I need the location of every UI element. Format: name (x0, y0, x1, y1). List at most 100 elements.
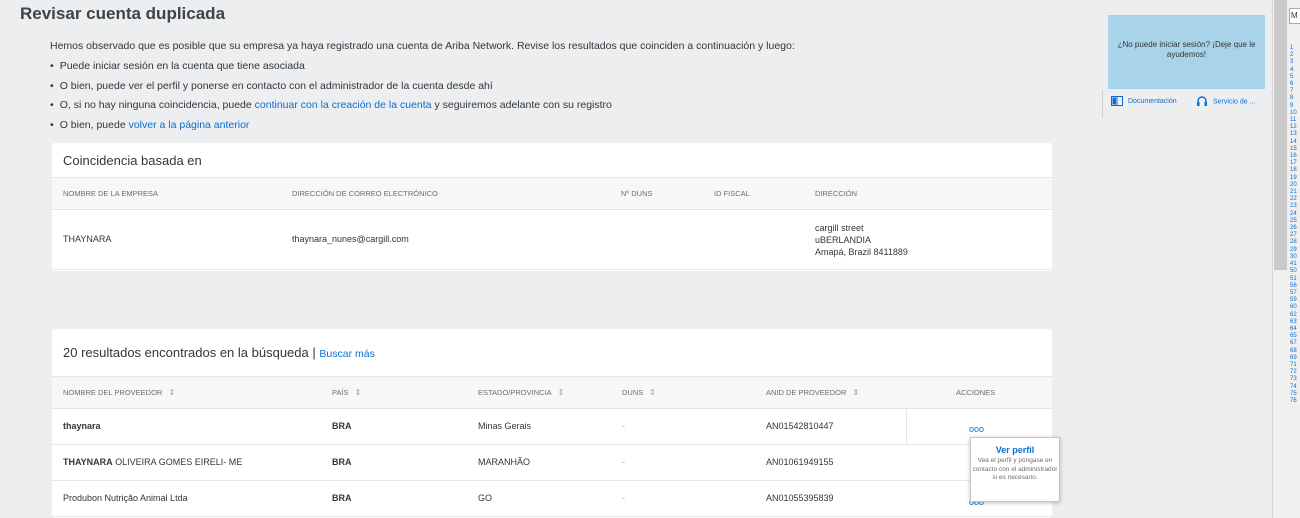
option-login: Puede iniciar sesión en la cuenta que ti… (50, 57, 795, 77)
search-more-link[interactable]: Buscar más (319, 348, 374, 360)
col-country[interactable]: PAÍS ⇕ (332, 377, 361, 409)
right-panel-number-list: 1 2 3 4 5 6 7 8 9 10 11 12 13 14 15 16 17 18 19 20 21 22 23 24 2… (1290, 45, 1297, 405)
right-panel-number[interactable]: 4 (1290, 67, 1297, 74)
right-panel-number[interactable]: 76 (1290, 398, 1297, 405)
right-panel-number[interactable]: 11 (1290, 117, 1297, 124)
intro-lead: Hemos observado que es posible que su em… (50, 40, 795, 52)
sort-icon: ⇕ (852, 388, 860, 397)
right-panel-number[interactable]: 56 (1290, 283, 1297, 290)
results-card: 20 resultados encontrados en la búsqueda… (52, 329, 1052, 518)
col-duns: Nº DUNS (621, 189, 653, 198)
supplier-anid: AN01055395839 (766, 493, 834, 503)
right-panel-number[interactable]: 57 (1290, 290, 1297, 297)
right-panel-number[interactable]: 71 (1290, 362, 1297, 369)
service-link[interactable]: Servicio de ... (1196, 96, 1255, 107)
right-panel-number[interactable]: 27 (1290, 232, 1297, 239)
right-panel-number[interactable]: 12 (1290, 124, 1297, 131)
supplier-anid: AN01061949155 (766, 457, 834, 467)
supplier-country: BRA (332, 421, 352, 431)
documentation-link[interactable]: Documentación (1111, 96, 1177, 106)
right-panel-number[interactable]: 19 (1290, 175, 1297, 182)
right-panel-number[interactable]: 17 (1290, 160, 1297, 167)
right-panel-number[interactable]: 41 (1290, 261, 1297, 268)
sort-icon: ⇕ (649, 388, 656, 397)
right-panel-number[interactable]: 30 (1290, 254, 1297, 261)
side-divider (1102, 90, 1103, 118)
right-panel-number[interactable]: 5 (1290, 74, 1297, 81)
page-title: Revisar cuenta duplicada (20, 4, 226, 23)
supplier-name: thaynara (63, 421, 101, 431)
right-panel-number[interactable]: 18 (1290, 167, 1297, 174)
col-address: DIRECCIÓN (815, 189, 858, 198)
right-panel-number[interactable]: 60 (1290, 304, 1297, 311)
intro-section: Hemos observado que es posible que su em… (50, 37, 795, 136)
table-row[interactable]: THAYNARA OLIVEIRA GOMES EIRELI- ME BRA M… (52, 445, 1052, 481)
supplier-state: MARANHÃO (478, 457, 531, 467)
title-separator: | (312, 345, 316, 360)
continue-account-creation-link[interactable]: continuar con la creación de la cuenta (255, 99, 432, 111)
supplier-duns: - (622, 421, 625, 431)
right-panel-number[interactable]: 2 (1290, 52, 1297, 59)
right-panel-number[interactable]: 8 (1290, 95, 1297, 102)
col-supplier-name[interactable]: NOMBRE DEL PROVEEDOR ⇕ (63, 377, 175, 409)
right-panel-select[interactable]: M (1289, 8, 1300, 24)
right-panel-number[interactable]: 65 (1290, 333, 1297, 340)
right-panel-number[interactable]: 72 (1290, 369, 1297, 376)
right-panel-number[interactable]: 64 (1290, 326, 1297, 333)
right-panel-number[interactable]: 20 (1290, 182, 1297, 189)
col-company-name: NOMBRE DE LA EMPRESA (63, 189, 159, 198)
right-panel-number[interactable]: 13 (1290, 131, 1297, 138)
supplier-state: GO (478, 493, 493, 503)
supplier-country: BRA (332, 493, 352, 503)
right-panel-number[interactable]: 16 (1290, 153, 1297, 160)
col-anid[interactable]: ANID DE PROVEEDOR ⇕ (766, 377, 859, 409)
right-panel-number[interactable]: 3 (1290, 59, 1297, 66)
right-panel-number[interactable]: 69 (1290, 355, 1297, 362)
right-panel-number[interactable]: 26 (1290, 225, 1297, 232)
right-panel-number[interactable]: 67 (1290, 340, 1297, 347)
right-panel-number[interactable]: 14 (1290, 139, 1297, 146)
right-panel-number[interactable]: 15 (1290, 146, 1297, 153)
view-profile-popover[interactable]: Ver perfil Vea el perfil y póngase en co… (970, 437, 1060, 502)
right-panel-number[interactable]: 6 (1290, 81, 1297, 88)
match-card: Coincidencia basada en NOMBRE DE LA EMPR… (52, 143, 1052, 271)
right-edge-panel: M 1 2 3 4 5 6 7 8 9 10 11 12 13 14 15 16 17 18 19 20 21 22 23 2… (1272, 0, 1300, 518)
right-panel-number[interactable]: 29 (1290, 247, 1297, 254)
right-panel-number[interactable]: 25 (1290, 218, 1297, 225)
right-panel-number[interactable]: 73 (1290, 376, 1297, 383)
row-actions-menu-icon[interactable]: ooo (969, 424, 984, 434)
scrollbar-thumb[interactable] (1274, 0, 1287, 270)
col-email: DIRECCIÓN DE CORREO ELECTRÓNICO (292, 189, 438, 198)
right-panel-number[interactable]: 50 (1290, 268, 1297, 275)
right-panel-number[interactable]: 74 (1290, 384, 1297, 391)
login-help-box[interactable]: ¿No puede iniciar sesión? ¡Deje que le a… (1108, 15, 1265, 89)
col-duns[interactable]: DUNS ⇕ (622, 377, 656, 409)
right-panel-number[interactable]: 21 (1290, 189, 1297, 196)
table-row[interactable]: thaynara BRA Minas Gerais - AN0154281044… (52, 409, 1052, 445)
right-panel-number[interactable]: 22 (1290, 196, 1297, 203)
right-panel-number[interactable]: 68 (1290, 348, 1297, 355)
right-panel-number[interactable]: 7 (1290, 88, 1297, 95)
table-row[interactable]: Produbon Nutrição Animal Ltda BRA GO - A… (52, 481, 1052, 517)
right-panel-number[interactable]: 62 (1290, 312, 1297, 319)
results-table-header: NOMBRE DEL PROVEEDOR ⇕ PAÍS ⇕ ESTADO/PROVI… (52, 377, 1052, 409)
col-state[interactable]: ESTADO/PROVINCIA ⇕ (478, 377, 564, 409)
option-go-back: O bien, puede volver a la página anterio… (50, 116, 795, 136)
right-panel-number[interactable]: 59 (1290, 297, 1297, 304)
right-panel-number[interactable]: 24 (1290, 211, 1297, 218)
supplier-anid: AN01542810447 (766, 421, 834, 431)
right-panel-number[interactable]: 10 (1290, 110, 1297, 117)
headset-icon (1197, 96, 1207, 106)
view-profile-title[interactable]: Ver perfil (971, 445, 1059, 455)
match-address: cargill street uBERLANDIA Amapá, Brazil … (815, 223, 908, 257)
right-panel-number[interactable]: 1 (1290, 45, 1297, 52)
right-panel-number[interactable]: 75 (1290, 391, 1297, 398)
right-panel-number[interactable]: 51 (1290, 276, 1297, 283)
right-panel-number[interactable]: 28 (1290, 239, 1297, 246)
right-panel-number[interactable]: 23 (1290, 203, 1297, 210)
supplier-duns: - (622, 493, 625, 503)
previous-page-link[interactable]: volver a la página anterior (129, 119, 250, 131)
view-profile-description: Vea el perfil y póngase en contacto con … (972, 457, 1058, 482)
right-panel-number[interactable]: 9 (1290, 103, 1297, 110)
right-panel-number[interactable]: 63 (1290, 319, 1297, 326)
